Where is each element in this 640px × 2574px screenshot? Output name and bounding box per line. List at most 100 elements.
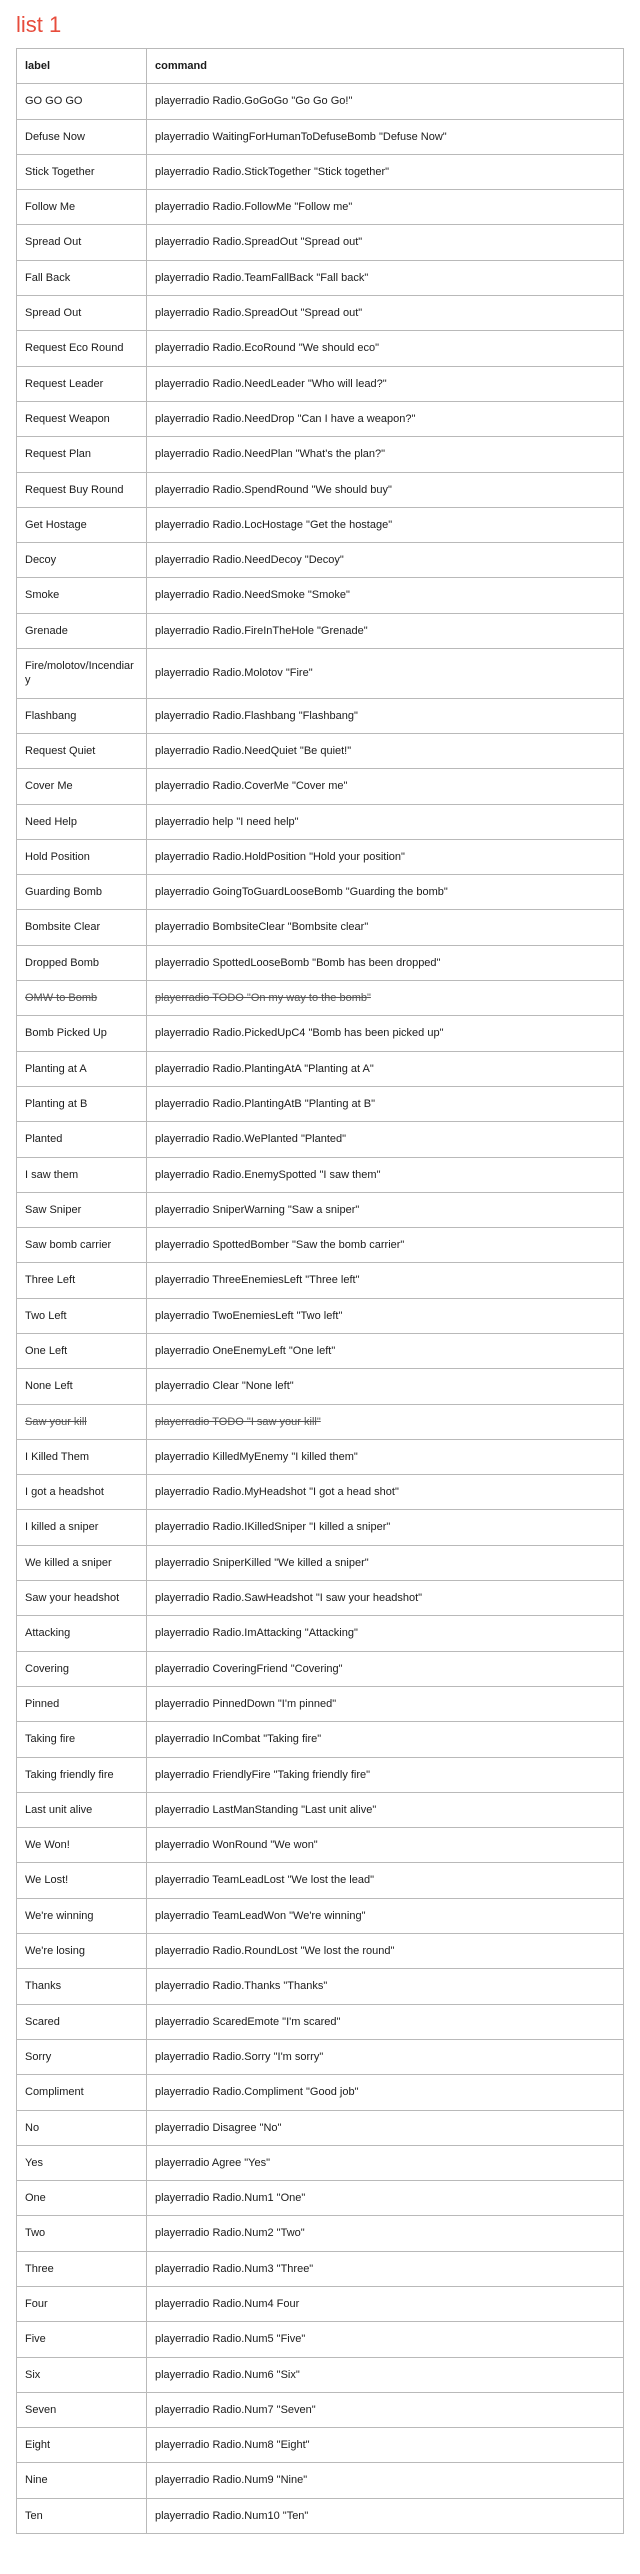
cell-label: Hold Position [17, 839, 147, 874]
cell-command: playerradio help "I need help" [147, 804, 624, 839]
cell-label: Get Hostage [17, 507, 147, 542]
table-row: Fire/molotov/Incendiaryplayerradio Radio… [17, 649, 624, 699]
cell-label: Defuse Now [17, 119, 147, 154]
table-row: Request Leaderplayerradio Radio.NeedLead… [17, 366, 624, 401]
table-row: Twoplayerradio Radio.Num2 "Two" [17, 2216, 624, 2251]
table-row: GO GO GOplayerradio Radio.GoGoGo "Go Go … [17, 84, 624, 119]
cell-label: Dropped Bomb [17, 945, 147, 980]
table-row: Fourplayerradio Radio.Num4 Four [17, 2287, 624, 2322]
cell-label: Ten [17, 2498, 147, 2533]
table-row: Smokeplayerradio Radio.NeedSmoke "Smoke" [17, 578, 624, 613]
cell-command: playerradio Radio.Num3 "Three" [147, 2251, 624, 2286]
cell-label: Follow Me [17, 190, 147, 225]
cell-label: Request Leader [17, 366, 147, 401]
table-row: Request Weaponplayerradio Radio.NeedDrop… [17, 401, 624, 436]
cell-label: Saw your headshot [17, 1581, 147, 1616]
cell-label: I Killed Them [17, 1439, 147, 1474]
cell-label: Eight [17, 2428, 147, 2463]
cell-command: playerradio ThreeEnemiesLeft "Three left… [147, 1263, 624, 1298]
cell-label: Three Left [17, 1263, 147, 1298]
cell-label: Spread Out [17, 296, 147, 331]
table-row: Hold Positionplayerradio Radio.HoldPosit… [17, 839, 624, 874]
table-row: Saw your killplayerradio TODO "I saw you… [17, 1404, 624, 1439]
cell-command: playerradio Radio.StickTogether "Stick t… [147, 154, 624, 189]
cell-command: playerradio Radio.Num7 "Seven" [147, 2392, 624, 2427]
cell-label: Request Quiet [17, 733, 147, 768]
table-row: Eightplayerradio Radio.Num8 "Eight" [17, 2428, 624, 2463]
table-row: Follow Meplayerradio Radio.FollowMe "Fol… [17, 190, 624, 225]
table-row: Sorryplayerradio Radio.Sorry "I'm sorry" [17, 2039, 624, 2074]
cell-command: playerradio OneEnemyLeft "One left" [147, 1333, 624, 1368]
cell-label: Request Weapon [17, 401, 147, 436]
table-row: Decoyplayerradio Radio.NeedDecoy "Decoy" [17, 543, 624, 578]
cell-command: playerradio CoveringFriend "Covering" [147, 1651, 624, 1686]
table-row: Request Quietplayerradio Radio.NeedQuiet… [17, 733, 624, 768]
cell-command: playerradio TeamLeadWon "We're winning" [147, 1898, 624, 1933]
table-row: I killed a sniperplayerradio Radio.IKill… [17, 1510, 624, 1545]
cell-command: playerradio Radio.PlantingAtA "Planting … [147, 1051, 624, 1086]
cell-command: playerradio KilledMyEnemy "I killed them… [147, 1439, 624, 1474]
cell-label: No [17, 2110, 147, 2145]
table-row: Saw your headshotplayerradio Radio.SawHe… [17, 1581, 624, 1616]
cell-label: Request Buy Round [17, 472, 147, 507]
table-row: Last unit aliveplayerradio LastManStandi… [17, 1792, 624, 1827]
cell-label: Request Plan [17, 437, 147, 472]
cell-command: playerradio Radio.NeedLeader "Who will l… [147, 366, 624, 401]
cell-label: Taking fire [17, 1722, 147, 1757]
cell-label: Bomb Picked Up [17, 1016, 147, 1051]
table-row: Two Leftplayerradio TwoEnemiesLeft "Two … [17, 1298, 624, 1333]
cell-label: Saw Sniper [17, 1192, 147, 1227]
cell-label: One [17, 2181, 147, 2216]
cell-command: playerradio Radio.EnemySpotted "I saw th… [147, 1157, 624, 1192]
cell-label: Covering [17, 1651, 147, 1686]
cell-label: Two Left [17, 1298, 147, 1333]
table-row: We're winningplayerradio TeamLeadWon "We… [17, 1898, 624, 1933]
cell-command: playerradio Radio.Compliment "Good job" [147, 2075, 624, 2110]
cell-command: playerradio Radio.LocHostage "Get the ho… [147, 507, 624, 542]
cell-label: Attacking [17, 1616, 147, 1651]
table-row: Cover Meplayerradio Radio.CoverMe "Cover… [17, 769, 624, 804]
cell-command: playerradio Radio.SawHeadshot "I saw you… [147, 1581, 624, 1616]
table-row: Oneplayerradio Radio.Num1 "One" [17, 2181, 624, 2216]
cell-label: Need Help [17, 804, 147, 839]
cell-command: playerradio Radio.Num8 "Eight" [147, 2428, 624, 2463]
cell-label: Taking friendly fire [17, 1757, 147, 1792]
cell-command: playerradio Radio.PickedUpC4 "Bomb has b… [147, 1016, 624, 1051]
cell-label: Last unit alive [17, 1792, 147, 1827]
table-row: Bomb Picked Upplayerradio Radio.PickedUp… [17, 1016, 624, 1051]
cell-command: playerradio Radio.EcoRound "We should ec… [147, 331, 624, 366]
table-row: Spread Outplayerradio Radio.SpreadOut "S… [17, 296, 624, 331]
cell-command: playerradio GoingToGuardLooseBomb "Guard… [147, 875, 624, 910]
cell-command: playerradio Radio.TeamFallBack "Fall bac… [147, 260, 624, 295]
cell-command: playerradio Radio.Num2 "Two" [147, 2216, 624, 2251]
table-row: Flashbangplayerradio Radio.Flashbang "Fl… [17, 698, 624, 733]
cell-label: GO GO GO [17, 84, 147, 119]
cell-label: Stick Together [17, 154, 147, 189]
cell-command: playerradio SpottedLooseBomb "Bomb has b… [147, 945, 624, 980]
cell-label: We're losing [17, 1934, 147, 1969]
cell-label: Planting at B [17, 1086, 147, 1121]
cell-label: Five [17, 2322, 147, 2357]
table-row: Tenplayerradio Radio.Num10 "Ten" [17, 2498, 624, 2533]
cell-command: playerradio Radio.SpreadOut "Spread out" [147, 225, 624, 260]
command-table: label command GO GO GOplayerradio Radio.… [16, 48, 624, 2534]
table-row: Planting at Aplayerradio Radio.PlantingA… [17, 1051, 624, 1086]
table-row: Sevenplayerradio Radio.Num7 "Seven" [17, 2392, 624, 2427]
cell-label: We Lost! [17, 1863, 147, 1898]
cell-label: Cover Me [17, 769, 147, 804]
cell-command: playerradio Radio.FollowMe "Follow me" [147, 190, 624, 225]
cell-label: Saw bomb carrier [17, 1228, 147, 1263]
col-command: command [147, 49, 624, 84]
cell-label: I saw them [17, 1157, 147, 1192]
cell-label: Compliment [17, 2075, 147, 2110]
cell-command: playerradio Radio.FireInTheHole "Grenade… [147, 613, 624, 648]
cell-label: Sorry [17, 2039, 147, 2074]
cell-command: playerradio Clear "None left" [147, 1369, 624, 1404]
cell-label: Smoke [17, 578, 147, 613]
cell-command: playerradio Radio.Num10 "Ten" [147, 2498, 624, 2533]
cell-label: Request Eco Round [17, 331, 147, 366]
cell-label: I killed a sniper [17, 1510, 147, 1545]
cell-command: playerradio Radio.PlantingAtB "Planting … [147, 1086, 624, 1121]
cell-command: playerradio Radio.Num5 "Five" [147, 2322, 624, 2357]
table-row: Need Helpplayerradio help "I need help" [17, 804, 624, 839]
